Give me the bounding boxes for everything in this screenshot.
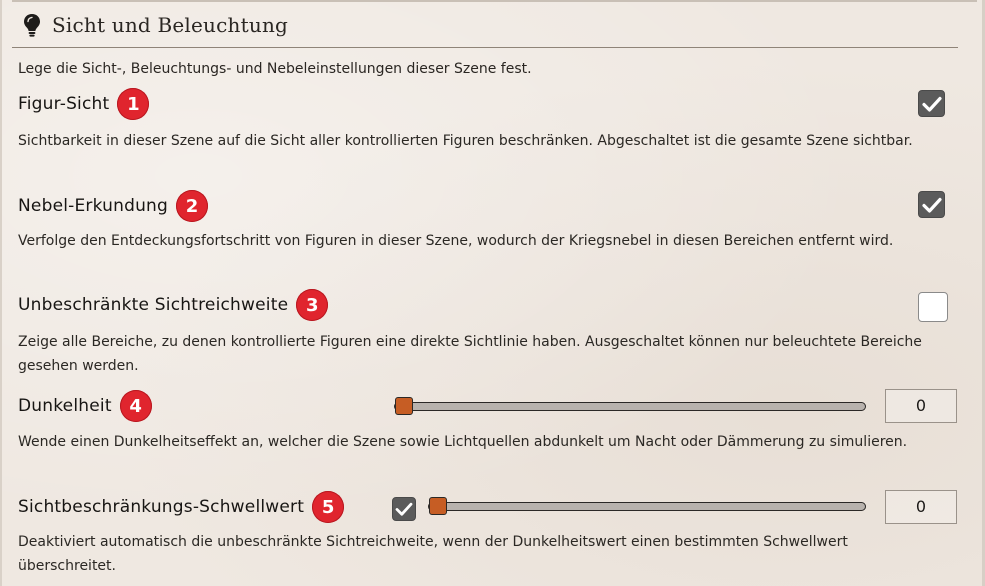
top-border xyxy=(12,0,977,2)
darkness-slider[interactable] xyxy=(394,397,866,415)
setting-label: Nebel-Erkundung xyxy=(18,196,169,216)
setting-unrestricted-vision: Unbeschränkte Sichtreichweite 3 Zeige al… xyxy=(18,288,958,378)
step-badge: 3 xyxy=(296,289,329,321)
darkness-value-input[interactable]: 0 xyxy=(885,389,957,423)
token-vision-checkbox[interactable] xyxy=(918,90,945,117)
checkmark-icon xyxy=(921,96,942,112)
header-divider xyxy=(12,47,958,48)
lightbulb-icon xyxy=(22,13,42,37)
checkmark-icon xyxy=(395,502,413,516)
slider-thumb[interactable] xyxy=(395,397,413,415)
setting-label-row: Sichtbeschränkungs-Schwellwert 5 xyxy=(18,490,345,524)
setting-fog-exploration: Nebel-Erkundung 2 Verfolge den Entdeckun… xyxy=(18,189,958,279)
step-badge: 4 xyxy=(119,390,152,422)
setting-vision-threshold: Sichtbeschränkungs-Schwellwert 5 0 Deakt… xyxy=(18,490,958,580)
setting-description: Verfolge den Entdeckungsfortschritt von … xyxy=(18,233,894,249)
setting-darkness: Dunkelheit 4 0 Wende einen Dunkelheitsef… xyxy=(18,389,958,479)
setting-label-row: Figur-Sicht 1 xyxy=(18,87,150,121)
setting-description: Zeige alle Bereiche, zu denen kontrollie… xyxy=(18,334,922,374)
setting-label: Figur-Sicht xyxy=(18,94,110,114)
setting-description: Deaktiviert automatisch die unbeschränkt… xyxy=(18,534,848,574)
setting-label-row: Unbeschränkte Sichtreichweite 3 xyxy=(18,288,329,322)
section-header: Sicht und Beleuchtung xyxy=(22,8,288,42)
vision-threshold-slider[interactable] xyxy=(428,497,866,515)
step-badge: 1 xyxy=(117,88,150,120)
setting-label: Sichtbeschränkungs-Schwellwert xyxy=(18,497,305,517)
section-title: Sicht und Beleuchtung xyxy=(52,13,289,37)
setting-description: Wende einen Dunkelheitseffekt an, welche… xyxy=(18,434,908,450)
slider-thumb[interactable] xyxy=(429,497,447,515)
scene-config-panel: Sicht und Beleuchtung Lege die Sicht-, B… xyxy=(0,0,985,586)
step-badge: 5 xyxy=(312,491,345,523)
section-intro: Lege die Sicht-, Beleuchtungs- und Nebel… xyxy=(18,61,532,77)
unrestricted-vision-checkbox[interactable] xyxy=(918,292,948,322)
setting-label: Dunkelheit xyxy=(18,396,112,416)
vision-threshold-value-input[interactable]: 0 xyxy=(885,490,957,524)
checkmark-icon xyxy=(921,197,942,213)
setting-label-row: Dunkelheit 4 xyxy=(18,389,152,423)
fog-exploration-checkbox[interactable] xyxy=(918,191,945,218)
setting-description: Sichtbarkeit in dieser Szene auf die Sic… xyxy=(18,133,913,149)
vision-threshold-checkbox[interactable] xyxy=(392,497,416,521)
setting-token-vision: Figur-Sicht 1 Sichtbarkeit in dieser Sze… xyxy=(18,87,958,177)
setting-label-row: Nebel-Erkundung 2 xyxy=(18,189,209,223)
step-badge: 2 xyxy=(176,190,209,222)
setting-label: Unbeschränkte Sichtreichweite xyxy=(18,295,289,315)
